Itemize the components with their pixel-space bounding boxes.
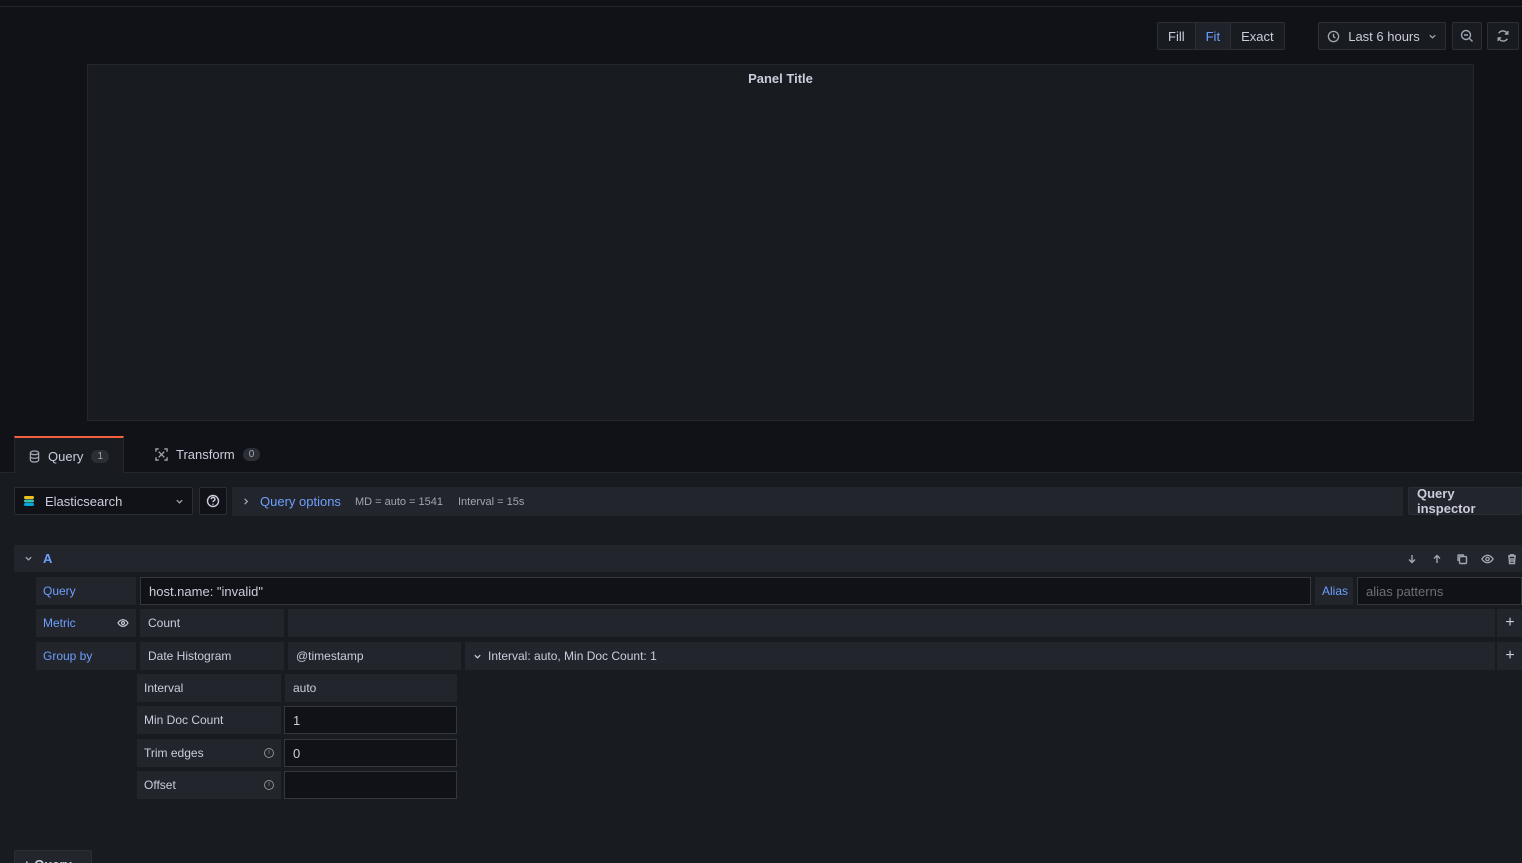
tab-query[interactable]: Query 1 bbox=[14, 436, 124, 474]
groupby-field-select[interactable]: @timestamp bbox=[288, 642, 461, 670]
info-icon[interactable]: i bbox=[264, 780, 274, 790]
collapse-chevron-icon[interactable] bbox=[24, 554, 33, 563]
tab-transform-count: 0 bbox=[242, 448, 261, 461]
refresh-button[interactable] bbox=[1487, 22, 1519, 50]
chevron-down-icon bbox=[1429, 34, 1436, 39]
refresh-icon bbox=[1497, 30, 1509, 42]
duplicate-icon[interactable] bbox=[1456, 553, 1468, 565]
move-up-icon[interactable] bbox=[1431, 553, 1443, 565]
metric-label: Metric bbox=[43, 616, 76, 630]
zoom-out-icon bbox=[1460, 29, 1473, 42]
groupby-label: Group by bbox=[36, 642, 136, 670]
metric-type-select[interactable]: Count bbox=[140, 609, 284, 637]
query-options-bar[interactable]: Query options MD = auto = 1541 Interval … bbox=[232, 487, 1403, 516]
min-doc-count-label: Min Doc Count bbox=[137, 706, 281, 734]
fit-button[interactable]: Fit bbox=[1195, 23, 1232, 49]
offset-label: Offset bbox=[144, 778, 176, 792]
zoom-out-button[interactable] bbox=[1452, 22, 1482, 50]
query-row-header: A bbox=[14, 545, 1522, 572]
groupby-settings-toggle[interactable]: Interval: auto, Min Doc Count: 1 bbox=[465, 642, 1495, 670]
interval-select[interactable]: auto bbox=[285, 674, 457, 702]
query-options-md: MD = auto = 1541 bbox=[354, 495, 443, 508]
query-options-title: Query options bbox=[260, 494, 341, 509]
panel: Panel Title bbox=[87, 64, 1474, 421]
datasource-picker[interactable]: Elasticsearch bbox=[14, 487, 193, 515]
query-input[interactable]: host.name: "invalid" bbox=[140, 577, 1311, 605]
transform-icon bbox=[155, 448, 168, 461]
metric-options bbox=[288, 609, 1495, 637]
query-inspector-button[interactable]: Query inspector bbox=[1408, 486, 1522, 516]
query-ref-id[interactable]: A bbox=[43, 551, 52, 566]
offset-input[interactable] bbox=[284, 771, 457, 799]
trim-edges-input[interactable]: 0 bbox=[284, 739, 457, 767]
metric-label-cell: Metric bbox=[36, 609, 136, 637]
add-query-button[interactable]: + Query bbox=[14, 850, 92, 863]
tab-transform-label: Transform bbox=[176, 447, 235, 462]
tab-transform[interactable]: Transform 0 bbox=[141, 436, 274, 473]
min-doc-count-input[interactable]: 1 bbox=[284, 706, 457, 734]
interval-label: Interval bbox=[137, 674, 281, 702]
eye-icon[interactable] bbox=[1481, 553, 1494, 565]
top-divider bbox=[0, 0, 1522, 7]
datasource-help-button[interactable] bbox=[199, 487, 227, 515]
groupby-summary: Interval: auto, Min Doc Count: 1 bbox=[488, 649, 657, 663]
query-options-interval: Interval = 15s bbox=[458, 495, 525, 508]
fill-button[interactable]: Fill bbox=[1158, 23, 1196, 49]
chevron-down-icon bbox=[474, 654, 481, 659]
trim-edges-label: Trim edges bbox=[144, 746, 204, 760]
groupby-type-select[interactable]: Date Histogram bbox=[140, 642, 284, 670]
query-label: Query bbox=[36, 577, 136, 605]
tab-query-count: 1 bbox=[91, 449, 109, 463]
datasource-name: Elasticsearch bbox=[45, 493, 123, 509]
database-icon bbox=[29, 449, 40, 463]
move-down-icon[interactable] bbox=[1406, 553, 1418, 565]
add-groupby-button[interactable]: + bbox=[1497, 642, 1522, 670]
info-icon[interactable]: i bbox=[264, 748, 274, 758]
add-metric-button[interactable]: + bbox=[1497, 609, 1522, 637]
display-mode-group: Fill Fit Exact bbox=[1157, 22, 1285, 50]
trim-edges-label-cell: Trim edges i bbox=[137, 739, 281, 767]
chevron-right-icon bbox=[244, 498, 249, 505]
time-picker-button[interactable]: Last 6 hours bbox=[1318, 22, 1446, 50]
alias-label: Alias bbox=[1315, 577, 1353, 605]
offset-label-cell: Offset i bbox=[137, 771, 281, 799]
alias-input[interactable]: alias patterns bbox=[1357, 577, 1522, 605]
time-range-label: Last 6 hours bbox=[1348, 28, 1420, 44]
panel-title[interactable]: Panel Title bbox=[88, 71, 1473, 86]
exact-button[interactable]: Exact bbox=[1231, 23, 1284, 49]
tab-query-label: Query bbox=[48, 448, 84, 464]
elasticsearch-icon bbox=[24, 496, 34, 506]
clock-icon bbox=[1327, 30, 1340, 42]
help-icon bbox=[206, 494, 220, 508]
trash-icon[interactable] bbox=[1506, 553, 1518, 565]
chevron-down-icon bbox=[176, 499, 183, 504]
metric-visibility-icon[interactable] bbox=[117, 618, 129, 628]
